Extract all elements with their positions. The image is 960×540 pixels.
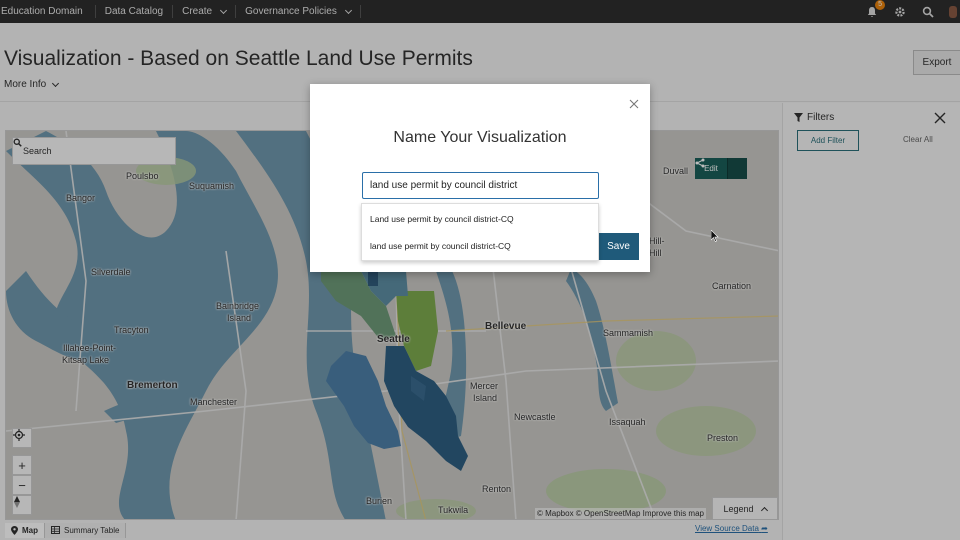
autocomplete-option[interactable]: Land use permit by council district-CQ <box>362 206 598 231</box>
autocomplete-option[interactable]: land use permit by council district-CQ <box>362 233 598 258</box>
visualization-name-input[interactable] <box>362 172 599 199</box>
dialog-close-button[interactable] <box>629 96 639 109</box>
mouse-pointer-icon <box>711 230 719 242</box>
close-icon <box>629 99 639 109</box>
autocomplete-dropdown: Land use permit by council district-CQ l… <box>361 203 599 261</box>
save-button[interactable]: Save <box>598 233 639 260</box>
dialog-title: Name Your Visualization <box>393 129 567 146</box>
